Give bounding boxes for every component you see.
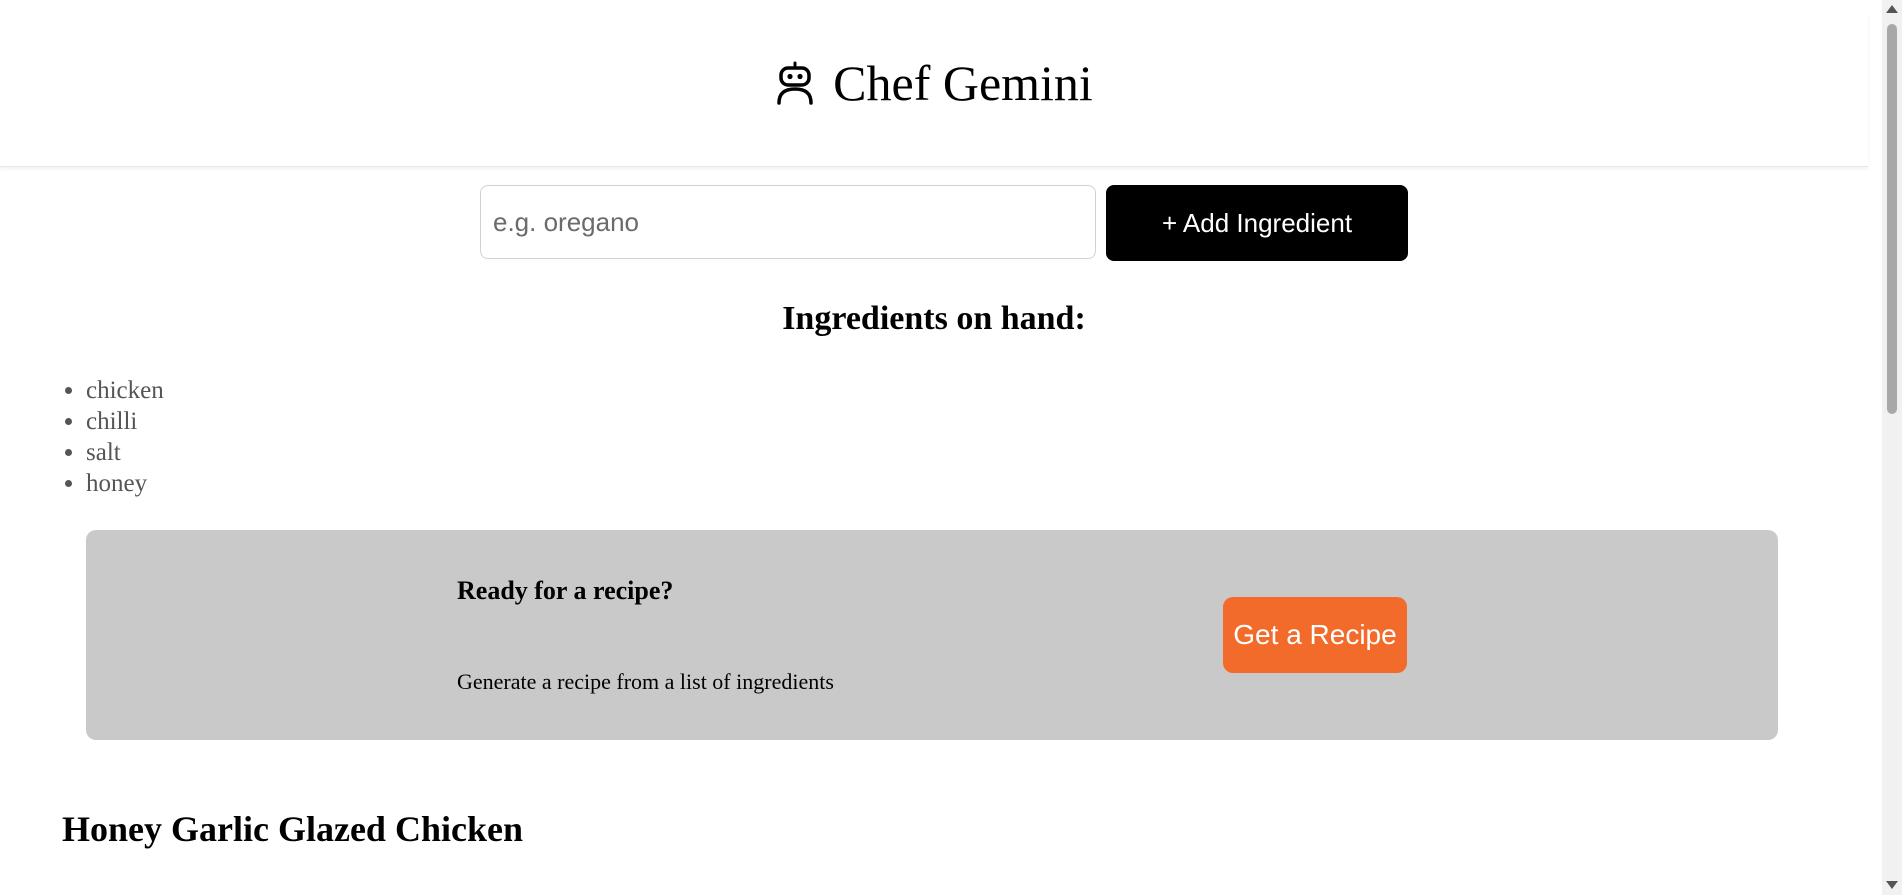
list-item: salt <box>86 437 164 468</box>
list-item: chicken <box>86 375 164 406</box>
add-ingredient-button[interactable]: + Add Ingredient <box>1106 185 1408 261</box>
app-header: Chef Gemini <box>0 12 1868 167</box>
get-recipe-panel: Ready for a recipe? Generate a recipe fr… <box>86 530 1778 740</box>
ingredient-input[interactable] <box>480 185 1096 259</box>
add-ingredient-form: + Add Ingredient <box>480 185 1408 261</box>
scroll-up-icon[interactable] <box>1886 5 1898 13</box>
get-recipe-button[interactable]: Get a Recipe <box>1223 597 1407 673</box>
app-title: Chef Gemini <box>833 55 1093 111</box>
ingredients-heading: Ingredients on hand: <box>782 300 1086 337</box>
cta-description: Generate a recipe from a list of ingredi… <box>457 669 834 694</box>
scroll-thumb[interactable] <box>1887 24 1897 414</box>
brand: Chef Gemini <box>775 25 1093 142</box>
ingredients-list: chicken chilli salt honey <box>46 375 164 499</box>
vertical-scrollbar[interactable] <box>1882 0 1902 895</box>
main-content: Chef Gemini + Add Ingredient Ingredients… <box>0 0 1870 895</box>
page: Chef Gemini + Add Ingredient Ingredients… <box>0 0 1902 895</box>
robot-icon <box>777 61 813 105</box>
list-item: chilli <box>86 406 164 437</box>
list-item: honey <box>86 468 164 499</box>
cta-title: Ready for a recipe? <box>457 576 674 605</box>
scroll-down-icon[interactable] <box>1886 881 1898 889</box>
recipe-title: Honey Garlic Glazed Chicken <box>62 809 523 849</box>
